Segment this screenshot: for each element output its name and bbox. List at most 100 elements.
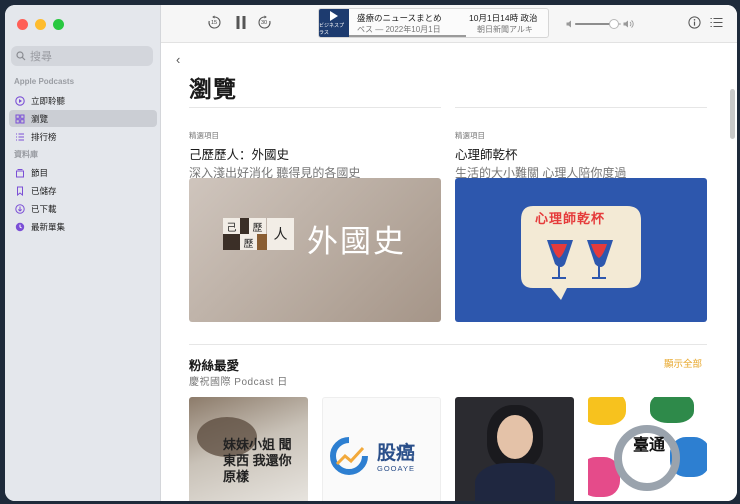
tile-subtext: GOOAYE — [377, 464, 415, 473]
divider — [189, 344, 707, 345]
info-button[interactable] — [688, 16, 701, 29]
artwork-box: 己 — [223, 218, 240, 234]
sidebar-item-latest-episodes[interactable]: 最新單集 — [9, 218, 157, 235]
sidebar-item-saved[interactable]: 已儲存 — [9, 182, 157, 199]
minimize-window-button[interactable] — [35, 19, 46, 30]
artwork-label: ビジネスプラス — [319, 23, 345, 36]
search-placeholder: 搜尋 — [30, 51, 52, 63]
window-controls — [17, 19, 64, 30]
play-logo-icon — [330, 11, 338, 21]
portrait-face — [497, 415, 533, 459]
clock-icon — [15, 222, 25, 231]
featured-item-foreign-history[interactable]: 精選項目 己歷歷人：外國史 深入淺出好消化 聽得見的各國史 — [189, 130, 441, 181]
featured-artwork-foreign-history[interactable]: 己 歷 歷 人 外國史 — [189, 178, 441, 322]
featured-title: 心理師乾杯 — [455, 148, 518, 162]
skip-back-label: 15 — [211, 20, 218, 26]
featured-item-psychologist-cheers[interactable]: 精選項目 心理師乾杯 生活的大小難關 心理人陪你度過 — [455, 130, 707, 181]
podcast-tile-gooaye[interactable]: 股癌 GOOAYE — [322, 397, 441, 501]
queue-button[interactable] — [710, 17, 723, 28]
now-playing-subtitle-right: 朝日新聞アルキ — [477, 25, 533, 34]
now-playing-subtitle-left: ペス — 2022年10月1日 — [357, 25, 441, 34]
podcast-tile-cat[interactable]: 妹妹小姐 聞東西 我還你原樣 — [189, 397, 308, 501]
speech-bubble-illustration — [521, 206, 641, 300]
volume-slider[interactable] — [575, 19, 621, 29]
back-button[interactable]: ‹ — [176, 52, 180, 67]
player-toolbar: 15 30 ビジネスプラス 盛療のニュースまとめ ペス — 2022年10月1日… — [161, 5, 737, 43]
now-playing-artwork: ビジネスプラス — [319, 9, 349, 37]
podcast-tile-portrait[interactable] — [455, 397, 574, 501]
skip-forward-label: 30 — [261, 20, 268, 26]
browse-content: ‹ 瀏覽 精選項目 己歷歷人：外國史 深入淺出好消化 聽得見的各國史 己 歷 歷… — [161, 43, 737, 501]
gooaye-logo-icon — [330, 437, 368, 475]
maximize-window-button[interactable] — [53, 19, 64, 30]
artwork-box-dark — [240, 218, 249, 234]
tile-shape-yellow — [588, 397, 626, 425]
featured-eyebrow: 精選項目 — [189, 131, 219, 140]
now-playing[interactable]: ビジネスプラス 盛療のニュースまとめ ペス — 2022年10月1日 10月1日… — [318, 8, 549, 38]
podcasts-window: 搜尋 Apple Podcasts 立即聆聽 瀏覽 排行榜 資料庫 節目 已儲存… — [5, 5, 737, 501]
artwork-box-dark — [223, 234, 240, 250]
pause-button[interactable] — [235, 15, 247, 30]
queue-list-icon — [710, 18, 723, 27]
sidebar-item-label: 最新單集 — [31, 221, 66, 232]
artwork-box: 人 — [267, 218, 294, 250]
sidebar-item-shows[interactable]: 節目 — [9, 164, 157, 181]
artwork-title: 外國史 — [307, 224, 406, 259]
skip-back-button[interactable]: 15 — [207, 15, 222, 30]
scrollbar[interactable] — [730, 89, 735, 139]
sidebar-item-label: 已儲存 — [31, 185, 57, 196]
now-playing-title-left: 盛療のニュースまとめ — [357, 13, 442, 23]
artwork-box: 歷 — [249, 218, 266, 234]
tile-shape-green — [650, 397, 694, 423]
tile-text: 臺通 — [632, 437, 665, 454]
sidebar-item-label: 瀏覽 — [31, 113, 49, 124]
info-icon — [688, 16, 701, 29]
sidebar-item-browse[interactable]: 瀏覽 — [9, 110, 157, 127]
tile-text: 妹妹小姐 聞東西 我還你原樣 — [223, 437, 292, 484]
sidebar: 搜尋 Apple Podcasts 立即聆聽 瀏覽 排行榜 資料庫 節目 已儲存… — [5, 5, 161, 501]
main-area: 15 30 ビジネスプラス 盛療のニュースまとめ ペス — 2022年10月1日… — [161, 5, 737, 501]
search-icon — [16, 51, 26, 61]
sidebar-item-downloaded[interactable]: 已下載 — [9, 200, 157, 217]
nav-library: 節目 已儲存 已下載 最新單集 — [9, 164, 157, 236]
portrait-shoulders — [475, 463, 555, 501]
featured-eyebrow: 精選項目 — [455, 131, 485, 140]
close-window-button[interactable] — [17, 19, 28, 30]
play-circle-icon — [15, 95, 25, 106]
download-icon — [15, 203, 25, 214]
volume-slider-knob[interactable] — [609, 19, 620, 29]
page-title: 瀏覽 — [189, 76, 237, 102]
sidebar-item-charts[interactable]: 排行榜 — [9, 128, 157, 145]
skip-forward-button[interactable]: 30 — [257, 15, 272, 30]
bookmark-icon — [17, 186, 23, 196]
podcast-tile-taiwan[interactable]: 臺通 — [588, 397, 707, 501]
featured-title: 己歷歷人：外國史 — [189, 148, 290, 162]
playback-progress-bar[interactable] — [349, 35, 466, 37]
artwork-title: 心理師乾杯 — [535, 211, 606, 226]
list-icon — [16, 133, 24, 140]
sidebar-item-label: 排行榜 — [31, 131, 57, 142]
volume-control — [566, 18, 634, 30]
section-title: 粉絲最愛 — [189, 359, 240, 373]
now-playing-title-right: 10月1日14時 政治 — [469, 13, 538, 23]
sidebar-item-label: 立即聆聽 — [31, 95, 66, 106]
pause-icon — [236, 16, 246, 29]
search-input[interactable]: 搜尋 — [11, 46, 153, 66]
section-label-apple-podcasts: Apple Podcasts — [14, 77, 75, 86]
stack-icon — [16, 168, 24, 177]
grid-icon — [15, 114, 25, 123]
featured-artwork-psychologist-cheers[interactable]: 心理師乾杯 — [455, 178, 707, 322]
nav-apple-podcasts: 立即聆聽 瀏覽 排行榜 — [9, 92, 157, 146]
volume-low-icon — [566, 20, 571, 28]
sidebar-item-label: 已下載 — [31, 203, 57, 214]
see-all-button[interactable]: 顯示全部 — [664, 356, 702, 370]
artwork-box: 歷 — [240, 234, 257, 250]
divider — [189, 107, 441, 108]
volume-high-icon — [623, 20, 634, 28]
divider — [455, 107, 707, 108]
artwork-box-brown — [257, 234, 267, 250]
sidebar-item-listen-now[interactable]: 立即聆聽 — [9, 92, 157, 109]
tile-text: 股癌 — [377, 443, 416, 464]
tile-ring — [614, 425, 680, 491]
section-subtitle: 慶祝國際 Podcast 日 — [189, 377, 288, 388]
